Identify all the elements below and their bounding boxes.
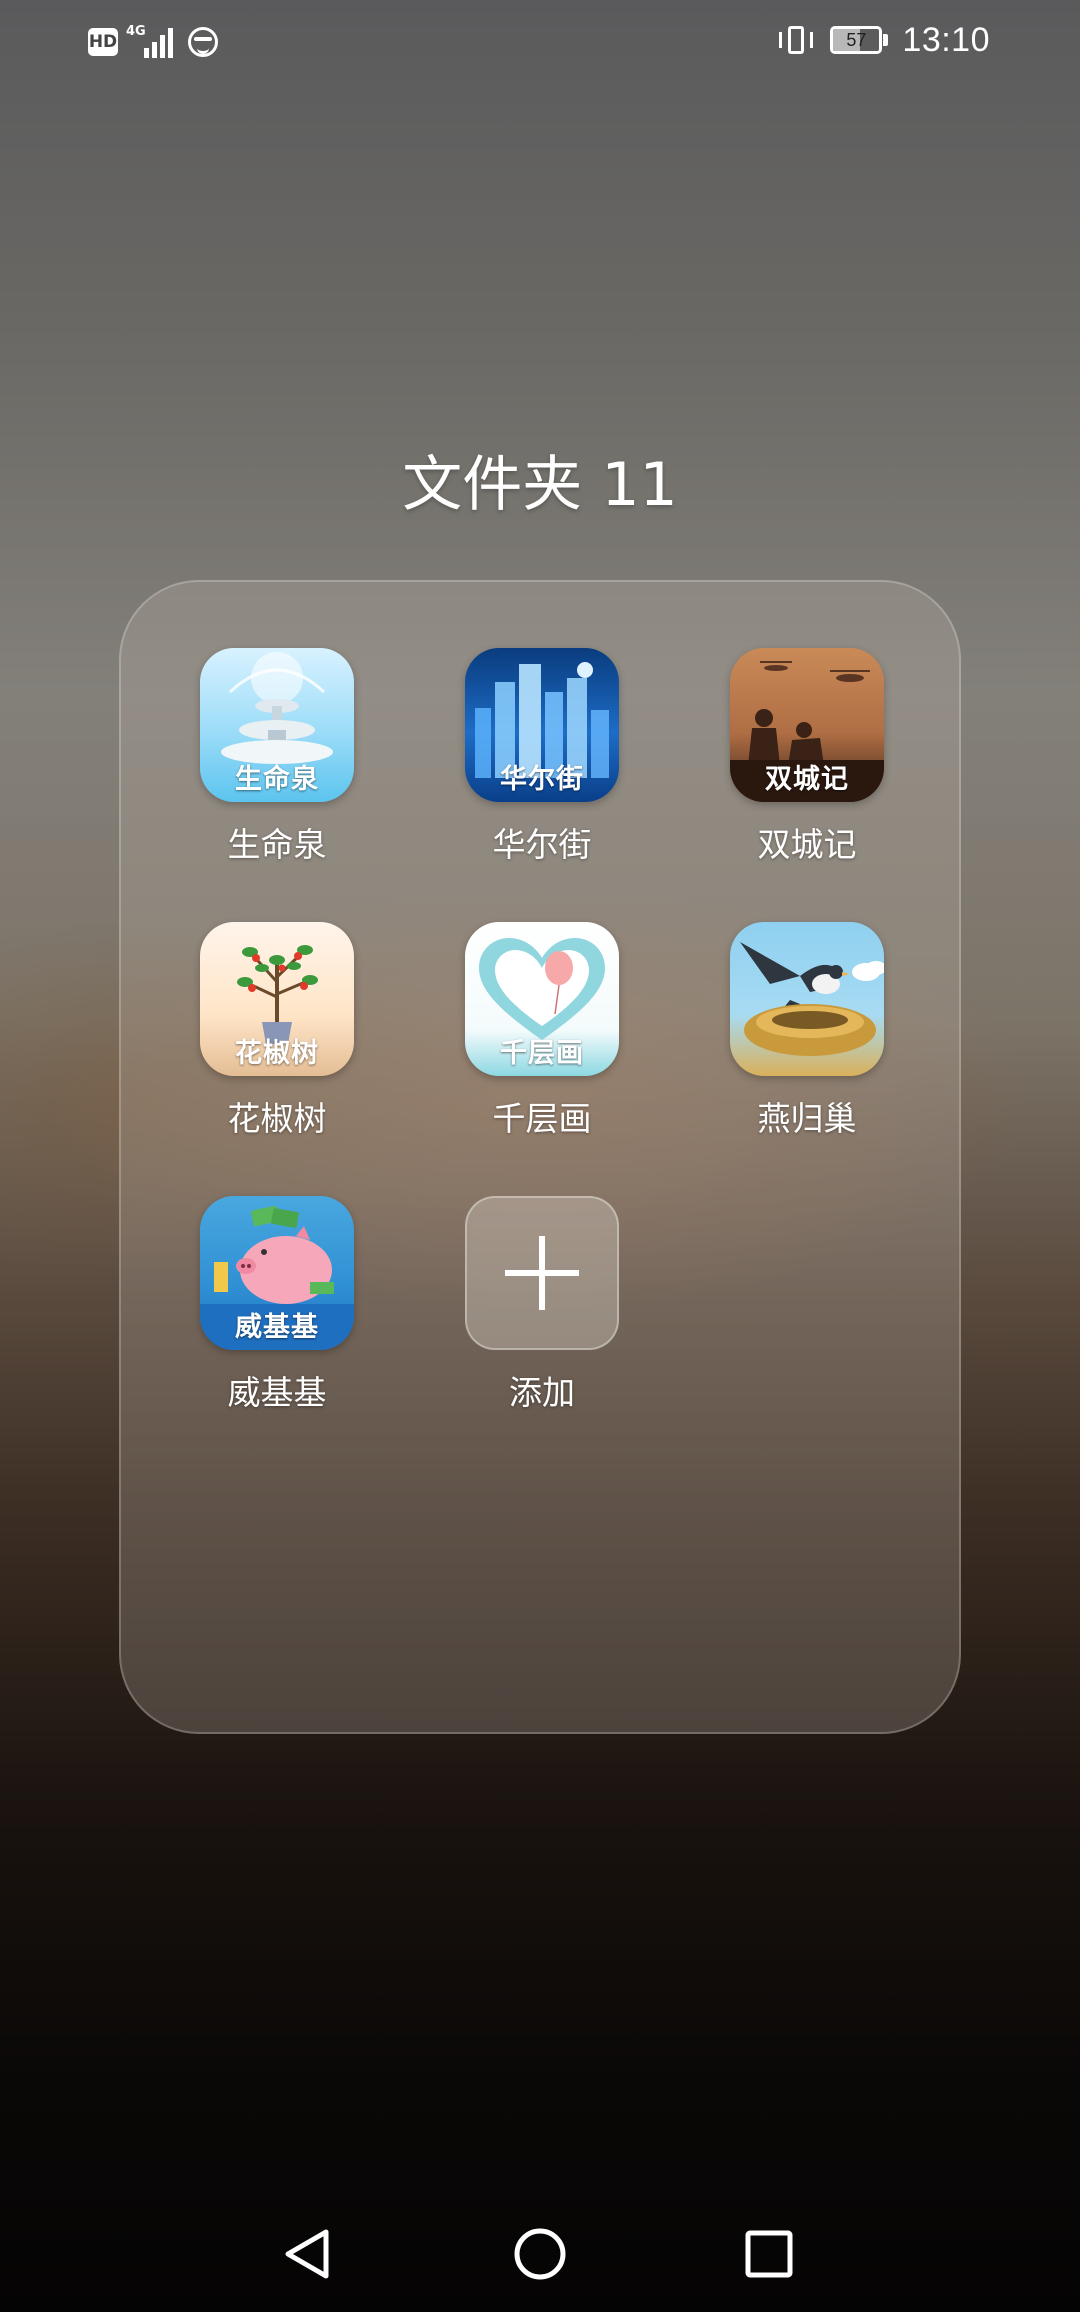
face-icon (188, 27, 218, 57)
add-label: 添加 (509, 1373, 575, 1412)
folder-title[interactable]: 文件夹 11 (0, 436, 1080, 523)
app-qiancenghua[interactable]: 千层画 千层画 (419, 922, 659, 1142)
app-label: 生命泉 (227, 825, 327, 864)
app-huajiaoshu[interactable]: 花椒树 花椒树 (154, 922, 394, 1142)
fountain-icon[interactable]: 生命泉 (200, 648, 354, 802)
status-bar: HD 4G 57 13:10 (0, 0, 1080, 80)
network-type-label: 4G (126, 24, 146, 39)
soldiers-icon[interactable]: 双城记 (730, 648, 884, 802)
heart-balloon-icon[interactable]: 千层画 (465, 922, 619, 1076)
hd-icon: HD (88, 28, 118, 56)
city-skyline-icon[interactable]: 华尔街 (465, 648, 619, 802)
icon-caption: 威基基 (235, 1312, 319, 1343)
icon-caption: 华尔街 (500, 764, 584, 795)
app-label: 双城记 (757, 825, 857, 864)
icon-caption: 生命泉 (235, 764, 319, 795)
navigation-bar (0, 2200, 1080, 2312)
signal-icon: 4G (126, 24, 180, 60)
app-shuangchengji[interactable]: 双城记 双城记 (684, 648, 924, 868)
app-label: 燕归巢 (757, 1099, 857, 1138)
battery-percent: 57 (846, 30, 867, 50)
status-right: 57 13:10 (776, 18, 990, 62)
icon-caption: 花椒树 (235, 1038, 319, 1069)
icon-caption: 千层画 (500, 1038, 584, 1069)
recents-icon[interactable] (728, 2214, 808, 2294)
swallow-nest-icon[interactable] (730, 922, 884, 1076)
app-weijiji[interactable]: 威基基 威基基 (154, 1196, 394, 1416)
app-label: 千层画 (492, 1099, 592, 1138)
clock: 13:10 (902, 20, 990, 59)
app-huaerjie[interactable]: 华尔街 华尔街 (419, 648, 659, 868)
folder-panel: 生命泉 生命泉 华尔街 华尔街 双城记 双城记 花椒树 花椒树 千层画 千层画 … (119, 580, 961, 1734)
plus-icon[interactable] (465, 1196, 619, 1350)
icon-caption: 双城记 (765, 764, 849, 795)
app-label: 花椒树 (227, 1099, 327, 1138)
app-shengmingquan[interactable]: 生命泉 生命泉 (154, 648, 394, 868)
app-label: 华尔街 (492, 825, 592, 864)
vibrate-icon (776, 24, 816, 56)
app-label: 威基基 (227, 1373, 327, 1412)
home-icon[interactable] (500, 2214, 580, 2294)
piggy-bank-icon[interactable]: 威基基 (200, 1196, 354, 1350)
app-yanguichao[interactable]: 燕归巢 (684, 922, 924, 1142)
back-icon[interactable] (268, 2214, 348, 2294)
battery-icon: 57 (830, 26, 889, 54)
add-app-button[interactable]: 添加 (419, 1196, 659, 1416)
pepper-tree-icon[interactable]: 花椒树 (200, 922, 354, 1076)
status-left: HD 4G (88, 22, 218, 62)
